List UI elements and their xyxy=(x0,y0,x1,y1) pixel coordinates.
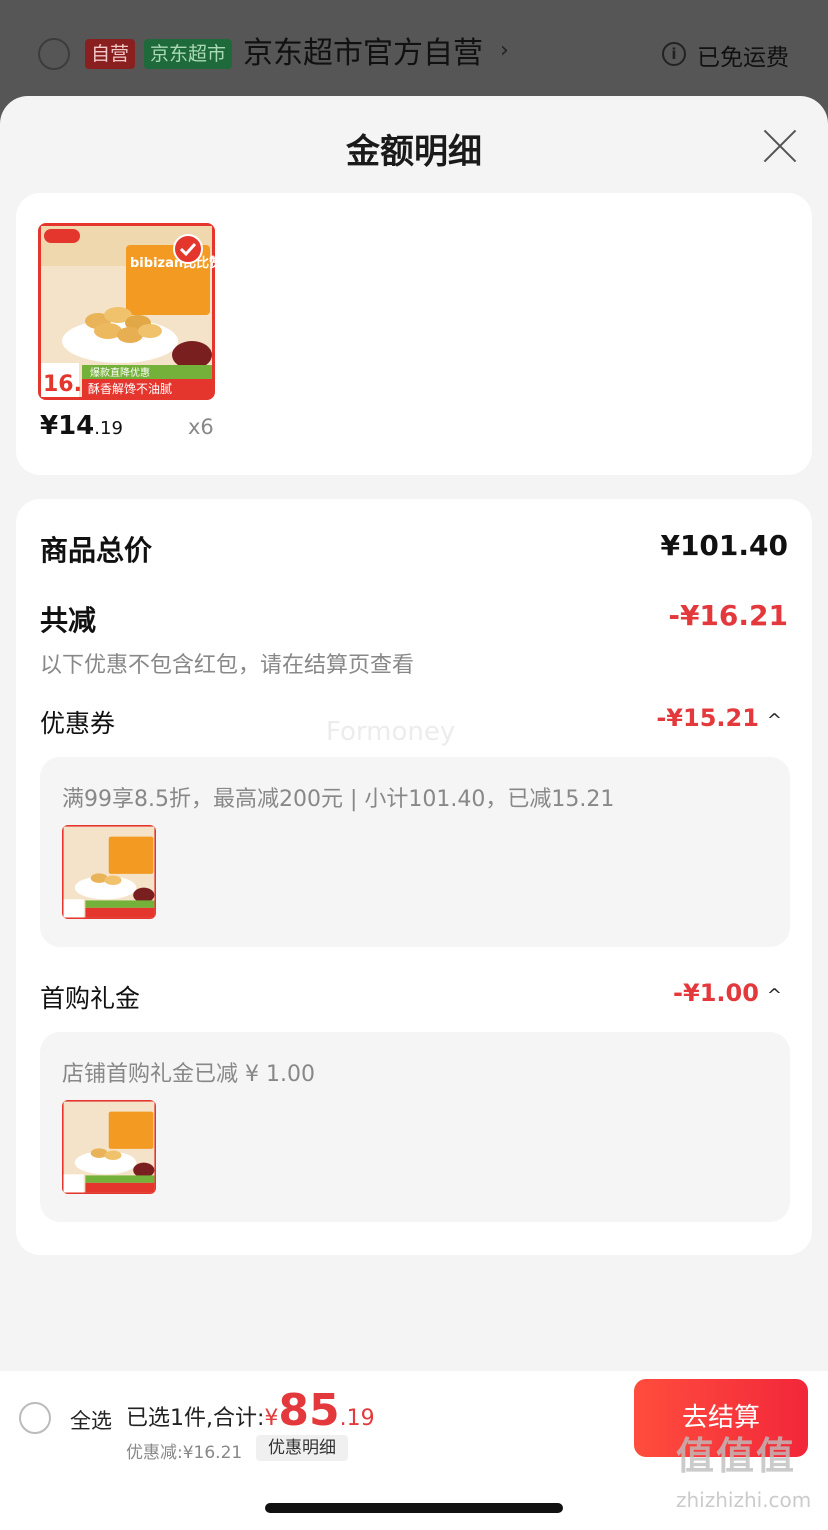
product-price-int: ¥14 xyxy=(40,411,95,441)
coupon-value: -¥15.21 xyxy=(656,704,759,732)
store-name[interactable]: 京东超市官方自营 xyxy=(243,34,483,74)
product-price-dec: .19 xyxy=(94,418,123,439)
site-watermark-url: zhizhizhi.com xyxy=(676,1488,812,1512)
store-select-radio[interactable] xyxy=(38,38,70,70)
chevron-up-icon[interactable]: ^ xyxy=(767,985,782,1006)
coupon-row-right[interactable]: -¥15.21 ^ xyxy=(656,704,782,732)
discount-detail-button[interactable]: 优惠明细 xyxy=(256,1435,348,1461)
product-card: bibizan比比赞 16.9 爆款直降优惠 酥香解馋不油腻 ¥14.19 x6 xyxy=(16,193,812,475)
total-value: ¥101.40 xyxy=(660,529,788,562)
gift-detail-box: 店铺首购礼金已减 ¥ 1.00 xyxy=(40,1032,790,1222)
product-badge-text2: 酥香解馋不油腻 xyxy=(88,382,172,396)
discount-summary: 优惠减:¥16.21 xyxy=(126,1443,243,1463)
product-badge-text1: 爆款直降优惠 xyxy=(90,366,150,379)
product-image[interactable]: bibizan比比赞 16.9 爆款直降优惠 酥香解馋不油腻 xyxy=(38,223,215,400)
discount-note: 以下优惠不包含红包，请在结算页查看 xyxy=(40,653,415,678)
info-icon[interactable]: i xyxy=(662,42,686,66)
coupon-desc: 满99享8.5折，最高减200元 | 小计101.40，已减15.21 xyxy=(62,787,615,812)
select-all-radio[interactable] xyxy=(19,1402,51,1434)
product-box-brand: bibizan比比赞 xyxy=(130,255,215,271)
free-shipping-label: 已免运费 xyxy=(697,45,789,71)
gift-label: 首购礼金 xyxy=(40,984,141,1013)
coupon-label: 优惠券 xyxy=(40,709,116,738)
select-all-label[interactable]: 全选 xyxy=(70,1405,112,1435)
gift-row-right[interactable]: -¥1.00 ^ xyxy=(673,979,782,1007)
jd-supermarket-tag: 京东超市 xyxy=(144,39,233,69)
chevron-right-icon[interactable]: › xyxy=(500,38,509,63)
total-dec: .19 xyxy=(339,1406,375,1431)
reduce-value: -¥16.21 xyxy=(668,599,788,632)
product-qty: x6 xyxy=(188,415,214,439)
sheet-title: 金额明细 xyxy=(346,132,482,172)
total-yen: ¥ xyxy=(264,1406,279,1431)
gift-product-thumb xyxy=(62,1100,156,1194)
gift-desc: 店铺首购礼金已减 ¥ 1.00 xyxy=(62,1062,315,1087)
amount-summary-card: 商品总价 ¥101.40 共减 -¥16.21 以下优惠不包含红包，请在结算页查… xyxy=(16,499,812,1255)
watermark-text: Formoney xyxy=(326,717,456,747)
total-line: 已选1件,合计:¥85.19 xyxy=(126,1385,375,1436)
gift-value: -¥1.00 xyxy=(673,979,759,1007)
selected-count-text: 已选1件,合计: xyxy=(126,1406,265,1431)
chevron-up-icon[interactable]: ^ xyxy=(767,710,782,731)
close-icon[interactable] xyxy=(762,128,798,164)
amount-detail-sheet: 金额明细 bibizan比比赞 16.9 爆款直降优惠 酥香解馋不油腻 ¥14.… xyxy=(0,96,828,1530)
coupon-detail-box: 满99享8.5折，最高减200元 | 小计101.40，已减15.21 xyxy=(40,757,790,947)
coupon-product-thumb xyxy=(62,825,156,919)
total-int: 85 xyxy=(278,1385,340,1436)
home-indicator[interactable] xyxy=(265,1503,563,1513)
reduce-label: 共减 xyxy=(40,604,97,637)
site-watermark-logo: 值值值 xyxy=(676,1434,797,1478)
total-label: 商品总价 xyxy=(40,534,153,567)
product-price: ¥14.19 xyxy=(40,411,123,441)
cart-store-header: 自营 京东超市 京东超市官方自营 › i 已免运费 xyxy=(0,0,828,110)
self-operated-tag: 自营 xyxy=(85,39,136,69)
